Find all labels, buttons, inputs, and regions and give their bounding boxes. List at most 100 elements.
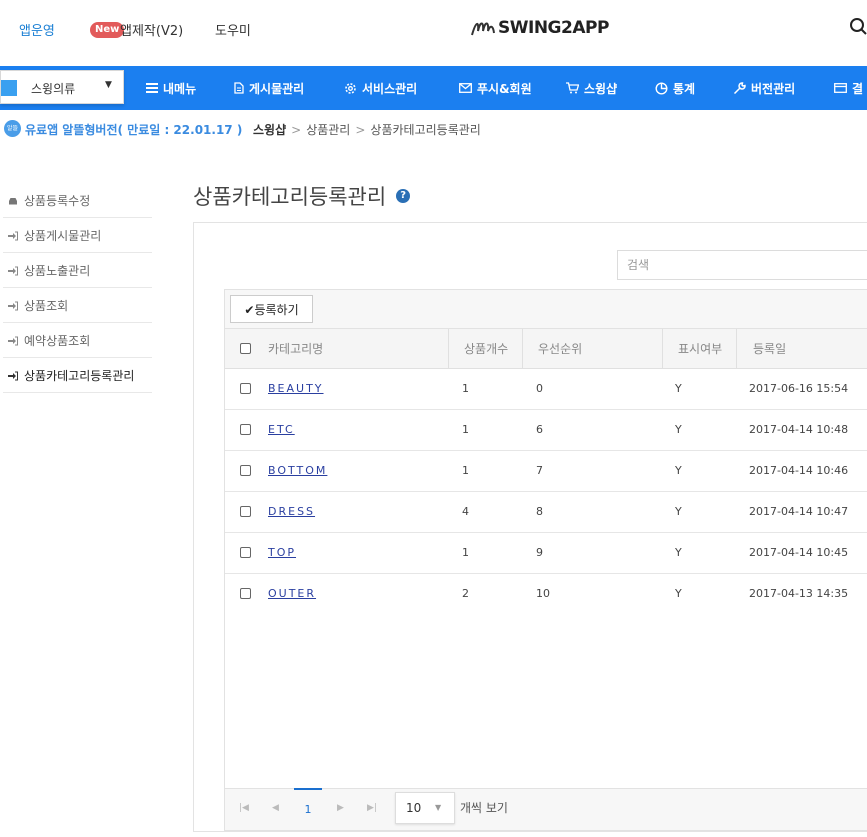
sidebar-item-label: 상품카테고리등록관리: [24, 368, 135, 383]
tray-icon: [8, 195, 18, 205]
sidebar-item-label: 상품조회: [24, 298, 69, 313]
select-all-checkbox[interactable]: [240, 343, 251, 354]
caret-down-icon: ▼: [105, 80, 112, 90]
plan-badge-icon: 알뜰: [4, 120, 21, 137]
visible-flag: Y: [675, 423, 682, 436]
row-checkbox[interactable]: [240, 506, 251, 517]
first-page-icon[interactable]: |◀: [239, 803, 249, 813]
visible-flag: Y: [675, 464, 682, 477]
table-row[interactable]: DRESS 4 8 Y 2017-04-14 10:47: [225, 492, 867, 533]
column-header-count[interactable]: 상품개수: [464, 329, 508, 369]
prev-page-icon[interactable]: ◀: [272, 803, 279, 813]
top-link-app-build[interactable]: 앱제작(V2): [120, 20, 183, 39]
column-divider: [522, 329, 523, 369]
row-checkbox[interactable]: [240, 383, 251, 394]
register-date: 2017-04-14 10:47: [749, 505, 849, 518]
category-link[interactable]: TOP: [268, 533, 296, 573]
app-select[interactable]: 스윙의류 ▼: [0, 70, 124, 104]
table-row[interactable]: ETC 1 6 Y 2017-04-14 10:48: [225, 410, 867, 451]
page-number-current[interactable]: 1: [294, 788, 322, 830]
last-page-icon[interactable]: ▶|: [367, 803, 377, 813]
nav-swing-shop[interactable]: 스윙샵: [566, 79, 617, 97]
document-icon: [234, 82, 244, 94]
swing2app-logo[interactable]: SWING2APP: [470, 14, 609, 42]
category-link[interactable]: ETC: [268, 410, 295, 450]
priority: 7: [536, 464, 543, 477]
sidebar-item-product-search[interactable]: 상품조회: [3, 288, 152, 323]
sidebar: 상품등록수정 상품게시물관리 상품노출관리 상품조회 예약상품조회 상품카테고리…: [3, 183, 152, 393]
visible-flag: Y: [675, 546, 682, 559]
product-count: 2: [462, 587, 469, 600]
plan-info[interactable]: 유료앱 알뜰형버전( 만료일 : 22.01.17 ): [25, 121, 242, 138]
category-link[interactable]: DRESS: [268, 492, 315, 532]
column-header-priority[interactable]: 우선순위: [538, 329, 582, 369]
nav-payment[interactable]: 결: [834, 79, 863, 97]
table-row[interactable]: BEAUTY 1 0 Y 2017-06-16 15:54: [225, 369, 867, 410]
product-count: 1: [462, 546, 469, 559]
nav-services[interactable]: 서비스관리: [344, 79, 417, 97]
table-row[interactable]: BOTTOM 1 7 Y 2017-04-14 10:46: [225, 451, 867, 492]
sidebar-item-product-edit[interactable]: 상품등록수정: [3, 183, 152, 218]
sign-in-icon: [8, 300, 18, 311]
app-icon: [1, 80, 17, 96]
column-header-category[interactable]: 카테고리명: [268, 329, 323, 369]
nav-statistics-label: 통계: [673, 81, 696, 96]
caret-down-icon: ▼: [435, 803, 442, 812]
priority: 10: [536, 587, 550, 600]
row-checkbox[interactable]: [240, 465, 251, 476]
nav-services-label: 서비스관리: [362, 81, 418, 96]
nav-my-menu-label: 내메뉴: [163, 81, 197, 96]
sidebar-item-reserved-products[interactable]: 예약상품조회: [3, 323, 152, 358]
nav-posts[interactable]: 게시물관리: [234, 79, 304, 97]
page-title-text: 상품카테고리등록관리: [193, 185, 387, 209]
search-input[interactable]: [617, 250, 867, 280]
sub-bar: 알뜰 유료앱 알뜰형버전( 만료일 : 22.01.17 ) 스윙샵 > 상품관리 >…: [0, 112, 867, 146]
row-checkbox[interactable]: [240, 588, 251, 599]
product-count: 1: [462, 382, 469, 395]
sidebar-item-label: 상품노출관리: [24, 263, 91, 278]
main-nav: 스윙의류 ▼ 내메뉴 게시물관리 서비스관리 푸시&회원 스윙샵 통계 버전관리…: [0, 66, 867, 110]
next-page-icon[interactable]: ▶: [337, 803, 344, 813]
table-row[interactable]: TOP 1 9 Y 2017-04-14 10:45: [225, 533, 867, 574]
column-divider: [662, 329, 663, 369]
visible-flag: Y: [675, 382, 682, 395]
product-count: 1: [462, 464, 469, 477]
category-link[interactable]: BOTTOM: [268, 451, 327, 491]
nav-version[interactable]: 버전관리: [733, 79, 795, 97]
sign-in-icon: [8, 230, 18, 241]
table-row[interactable]: OUTER 2 10 Y 2017-04-13 14:35: [225, 574, 867, 615]
nav-version-label: 버전관리: [751, 81, 796, 96]
sidebar-item-product-exposure[interactable]: 상품노출관리: [3, 253, 152, 288]
sign-in-icon: [8, 265, 18, 276]
breadcrumb-item[interactable]: 상품관리: [306, 123, 350, 137]
nav-payment-label: 결: [852, 81, 864, 96]
breadcrumb: 스윙샵 > 상품관리 > 상품카테고리등록관리: [253, 123, 481, 137]
breadcrumb-item[interactable]: 스윙샵: [253, 123, 286, 137]
row-checkbox[interactable]: [240, 424, 251, 435]
priority: 6: [536, 423, 543, 436]
priority: 9: [536, 546, 543, 559]
sidebar-item-product-posts[interactable]: 상품게시물관리: [3, 218, 152, 253]
sidebar-item-category-manage[interactable]: 상품카테고리등록관리: [3, 358, 152, 393]
nav-statistics[interactable]: 통계: [655, 79, 695, 97]
page-title: 상품카테고리등록관리 ?: [193, 181, 411, 211]
card-icon: [834, 83, 847, 93]
register-date: 2017-04-14 10:46: [749, 464, 849, 477]
nav-push-members[interactable]: 푸시&회원: [459, 79, 532, 97]
help-icon[interactable]: ?: [396, 189, 411, 203]
column-header-visible[interactable]: 표시여부: [678, 329, 722, 369]
row-checkbox[interactable]: [240, 547, 251, 558]
category-link[interactable]: OUTER: [268, 574, 316, 614]
nav-my-menu[interactable]: 내메뉴: [146, 79, 196, 97]
nav-push-members-label: 푸시&회원: [477, 81, 532, 96]
page-size-select[interactable]: 10 ▼: [395, 792, 455, 824]
logo-mark-icon: [470, 17, 496, 39]
search-icon[interactable]: [849, 17, 867, 35]
top-link-help[interactable]: 도우미: [215, 20, 251, 39]
top-link-app-operation[interactable]: 앱운영: [19, 20, 55, 39]
top-header: 앱운영 New 앱제작(V2) 도우미 SWING2APP: [0, 0, 867, 64]
cart-icon: [566, 82, 579, 94]
category-link[interactable]: BEAUTY: [268, 369, 324, 409]
column-header-date[interactable]: 등록일: [753, 329, 786, 369]
register-button[interactable]: ✔등록하기: [230, 295, 313, 323]
